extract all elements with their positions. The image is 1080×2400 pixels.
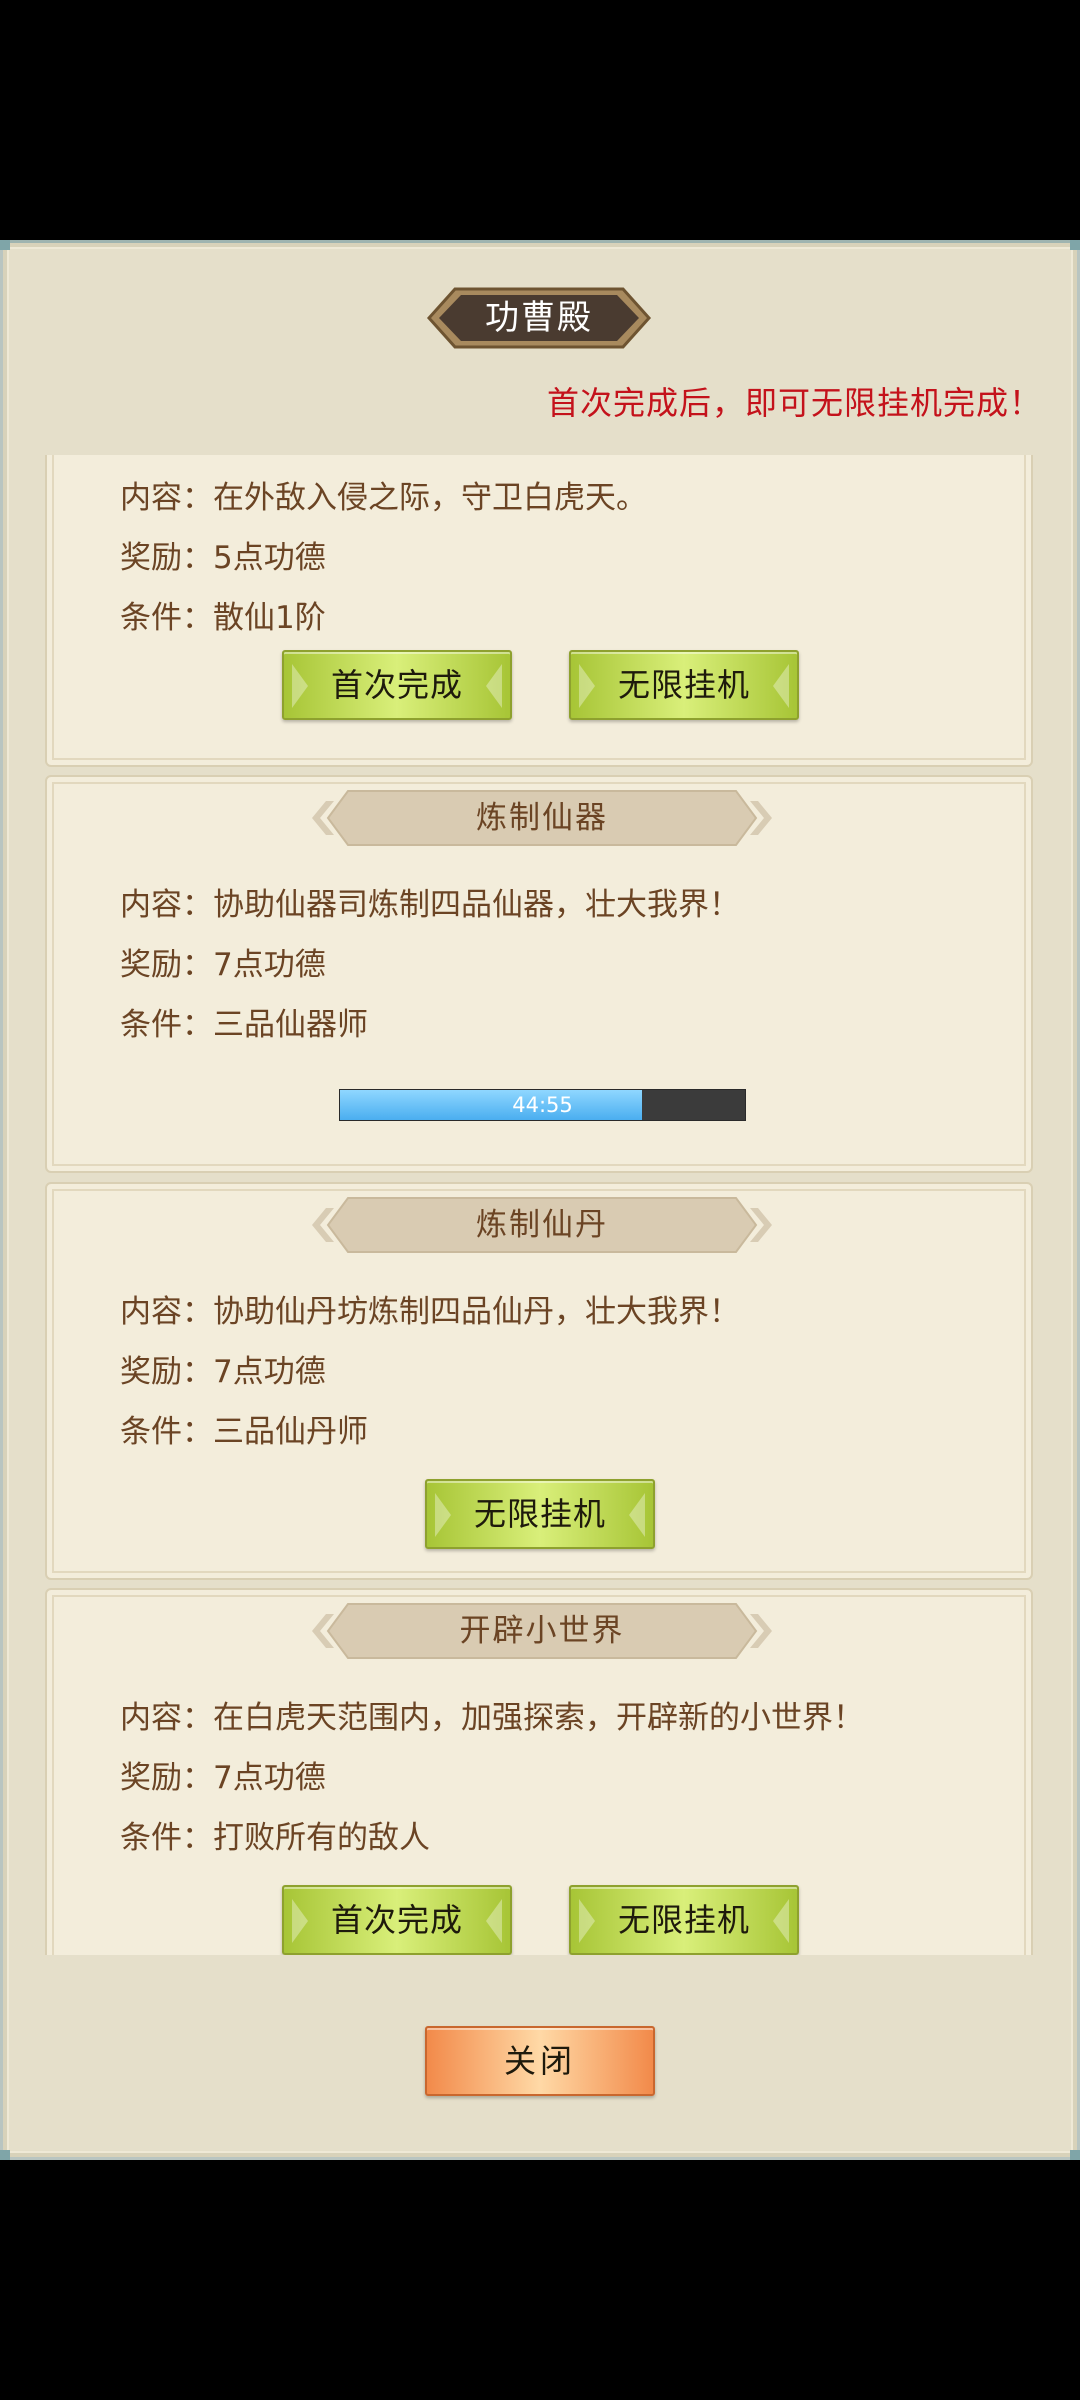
first-complete-button[interactable]: 首次完成 (282, 650, 512, 720)
task-content: 内容：在外敌入侵之际，守卫白虎天。 (120, 480, 647, 516)
title-plaque: 功曹殿 (425, 285, 653, 351)
task-content: 内容：在白虎天范围内，加强探索，开辟新的小世界！ (120, 1700, 864, 1736)
close-button[interactable]: 关闭 (425, 2026, 655, 2096)
task-card: 内容：在外敌入侵之际，守卫白虎天。 奖励：5点功德 条件：散仙1阶 首次完成 无… (45, 455, 1033, 767)
task-progress-bar: 44:55 (339, 1089, 746, 1121)
task-card: 炼制仙丹 内容：协助仙丹坊炼制四品仙丹，壮大我界！ 奖励：7点功德 条件：三品仙… (45, 1182, 1033, 1580)
page-title: 功曹殿 (485, 298, 593, 338)
task-condition: 条件：三品仙器师 (120, 1007, 368, 1043)
task-card: 开辟小世界 内容：在白虎天范围内，加强探索，开辟新的小世界！ 奖励：7点功德 条… (45, 1588, 1033, 1955)
panel-corner-ornament (1070, 240, 1080, 250)
task-list[interactable]: 内容：在外敌入侵之际，守卫白虎天。 奖励：5点功德 条件：散仙1阶 首次完成 无… (45, 455, 1035, 1955)
task-title: 炼制仙器 (476, 800, 608, 836)
task-card-header: 开辟小世界 (312, 1602, 772, 1660)
task-content: 内容：协助仙丹坊炼制四品仙丹，壮大我界！ (120, 1294, 740, 1330)
task-title: 炼制仙丹 (476, 1207, 608, 1243)
notice-text: 首次完成后，即可无限挂机完成！ (546, 384, 1042, 422)
task-reward: 奖励：7点功德 (120, 947, 326, 983)
task-card: 炼制仙器 内容：协助仙器司炼制四品仙器，壮大我界！ 奖励：7点功德 条件：三品仙… (45, 775, 1033, 1173)
panel-corner-ornament (0, 240, 10, 250)
task-title: 开辟小世界 (459, 1613, 625, 1649)
task-reward: 奖励：7点功德 (120, 1760, 326, 1796)
idle-farm-button[interactable]: 无限挂机 (569, 1885, 799, 1955)
task-reward: 奖励：5点功德 (120, 540, 326, 576)
idle-farm-button[interactable]: 无限挂机 (569, 650, 799, 720)
task-card-header: 炼制仙器 (312, 789, 772, 847)
task-reward: 奖励：7点功德 (120, 1354, 326, 1390)
panel-corner-ornament (0, 2150, 10, 2160)
task-condition: 条件：三品仙丹师 (120, 1414, 368, 1450)
task-card-header: 炼制仙丹 (312, 1196, 772, 1254)
task-condition: 条件：打败所有的敌人 (120, 1820, 430, 1856)
panel-corner-ornament (1070, 2150, 1080, 2160)
task-content: 内容：协助仙器司炼制四品仙器，壮大我界！ (120, 887, 740, 923)
first-complete-button[interactable]: 首次完成 (282, 1885, 512, 1955)
idle-farm-button[interactable]: 无限挂机 (425, 1479, 655, 1549)
task-condition: 条件：散仙1阶 (120, 600, 326, 636)
progress-timer: 44:55 (512, 1093, 573, 1117)
